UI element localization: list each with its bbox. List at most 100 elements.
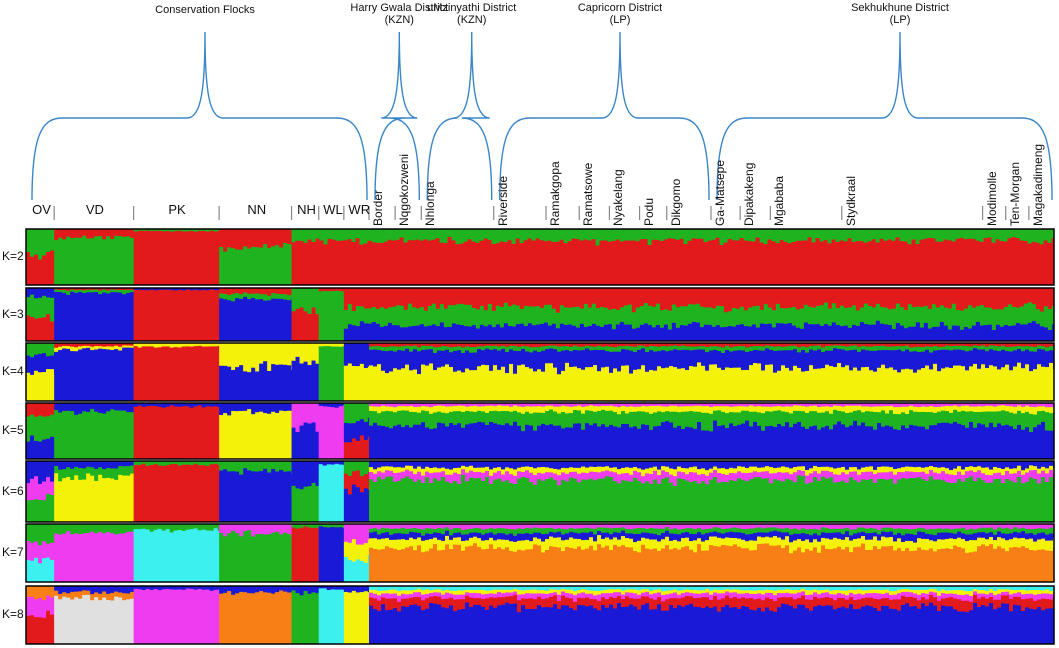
ancestry-bar-segment [973, 466, 978, 473]
ancestry-bar-segment [663, 308, 669, 325]
ancestry-bar-segment [749, 350, 754, 366]
ancestry-bar-segment [915, 288, 921, 307]
ancestry-bar-segment [38, 403, 43, 416]
ancestry-bar-segment [577, 346, 582, 351]
ancestry-bar-segment [34, 297, 39, 319]
ancestry-bar-segment [359, 403, 365, 420]
ancestry-bar-segment [497, 345, 502, 351]
ancestry-bar-segment [425, 410, 430, 428]
ancestry-bar-segment [857, 409, 862, 426]
ancestry-bar-segment [689, 346, 694, 351]
ancestry-bar-segment [74, 466, 79, 476]
ancestry-bar-segment [437, 532, 442, 540]
ancestry-bar-segment [755, 327, 761, 342]
ancestry-bar-segment [953, 468, 958, 475]
ancestry-bar-segment [981, 424, 986, 460]
ancestry-bar-segment [62, 345, 67, 349]
ancestry-bar-segment [721, 533, 726, 539]
ancestry-bar-segment [629, 350, 634, 374]
ancestry-bar-segment [343, 541, 349, 557]
ancestry-bar-segment [209, 463, 215, 523]
ancestry-bar-segment [773, 545, 778, 583]
ancestry-bar-segment [271, 288, 276, 294]
ancestry-bar-segment [691, 304, 697, 322]
ancestry-bar-segment [933, 363, 938, 402]
ancestry-bar-segment [351, 229, 356, 242]
ancestry-bar-segment [54, 229, 59, 241]
ancestry-bar-segment [731, 239, 736, 286]
ancestry-bar-segment [833, 548, 838, 583]
ancestry-bar-segment [857, 425, 862, 460]
ancestry-bar-segment [457, 461, 462, 468]
ancestry-bar-segment [322, 526, 328, 583]
ancestry-bar-segment [709, 406, 714, 414]
ancestry-bar-segment [50, 542, 55, 560]
ancestry-bar-segment [533, 430, 538, 460]
ancestry-bar-segment [545, 410, 550, 426]
ancestry-bar-segment [981, 406, 986, 412]
ancestry-bar-segment [30, 229, 35, 257]
ancestry-bar-segment [661, 478, 666, 523]
ancestry-bar-segment [283, 229, 288, 243]
ancestry-bar-segment [785, 411, 790, 423]
ancestry-bar-segment [965, 411, 970, 428]
ancestry-bar-segment [86, 291, 91, 342]
ancestry-bar-segment [805, 352, 810, 371]
ancestry-bar-segment [541, 533, 546, 542]
ancestry-bar-segment [571, 325, 577, 342]
ancestry-bar-segment [347, 461, 353, 476]
ancestry-bar-segment [429, 345, 434, 350]
ancestry-bar-segment [665, 530, 670, 537]
ancestry-bar-segment [30, 478, 35, 501]
ancestry-bar-segment [46, 493, 51, 523]
ancestry-bar-segment [611, 288, 617, 309]
ancestry-bar-segment [617, 370, 622, 402]
ancestry-bar-segment [577, 481, 582, 523]
ancestry-bar-segment [1037, 424, 1042, 460]
ancestry-bar-segment [94, 411, 99, 460]
ancestry-bar-segment [227, 414, 232, 460]
ancestry-bar-segment [907, 243, 912, 286]
ancestry-bar-segment [789, 406, 794, 414]
ancestry-bar-segment [689, 461, 694, 468]
ancestry-bar-segment [937, 473, 942, 480]
ancestry-bar-segment [525, 424, 530, 460]
ancestry-bar-segment [421, 468, 426, 476]
ancestry-bar-segment [363, 562, 369, 583]
ancestry-bar-segment [975, 305, 981, 322]
ancestry-bar-segment [389, 466, 394, 471]
ancestry-bar-segment [727, 325, 733, 342]
ancestry-bar-segment [985, 467, 990, 475]
ancestry-bar-segment [409, 369, 414, 402]
ancestry-bar-segment [70, 533, 75, 583]
ancestry-bar-segment [815, 237, 820, 286]
ancestry-bar-segment [399, 326, 405, 342]
ancestry-bar-segment [557, 484, 562, 523]
ancestry-bar-segment [165, 528, 171, 583]
ancestry-bar-segment [629, 474, 634, 482]
ancestry-bar-segment [58, 229, 63, 238]
ancestry-bar-segment [463, 304, 469, 327]
ancestry-bar-segment [497, 546, 502, 583]
ancestry-bar-segment [755, 288, 761, 306]
ancestry-bar-segment [461, 352, 466, 373]
ancestry-bar-segment [401, 467, 406, 472]
ancestry-bar-segment [835, 324, 841, 342]
ancestry-bar-segment [385, 372, 390, 402]
ancestry-bar-segment [649, 429, 654, 460]
ancestry-bar-segment [959, 288, 965, 311]
ancestry-bar-segment [673, 539, 678, 549]
ancestry-bar-segment [673, 468, 678, 477]
ancestry-bar-segment [209, 345, 215, 402]
ancestry-bar-segment [925, 345, 930, 350]
ancestry-bar-segment [545, 527, 550, 534]
ancestry-bar-segment [169, 531, 175, 583]
ancestry-bar-segment [757, 476, 762, 523]
ancestry-bar-segment [573, 409, 578, 424]
ancestry-bar-segment [569, 471, 574, 478]
ancestry-bar-segment [62, 403, 67, 411]
ancestry-bar-segment [681, 537, 686, 548]
ancestry-bar-segment [657, 425, 662, 460]
ancestry-bar-segment [765, 406, 770, 412]
ancestry-bar-segment [993, 349, 998, 367]
